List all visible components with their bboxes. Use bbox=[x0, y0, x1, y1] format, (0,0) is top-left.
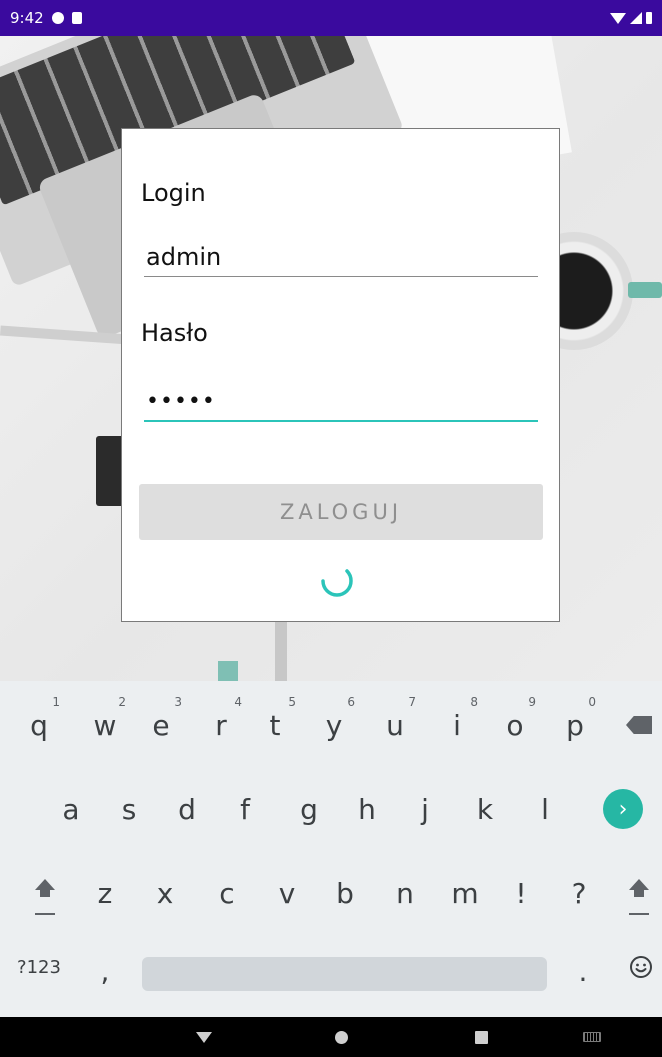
key-v[interactable]: v bbox=[256, 857, 318, 929]
key-label: y bbox=[325, 708, 343, 742]
key-t[interactable]: 5t bbox=[244, 689, 306, 761]
login-input[interactable] bbox=[144, 237, 538, 277]
key-emoji[interactable] bbox=[610, 931, 662, 1003]
home-circle-icon bbox=[334, 1030, 348, 1044]
password-input[interactable] bbox=[144, 382, 538, 422]
signal-icon bbox=[630, 12, 642, 24]
key-e[interactable]: 3e bbox=[130, 689, 192, 761]
key-d[interactable]: d bbox=[156, 773, 218, 845]
key-f[interactable]: f bbox=[214, 773, 276, 845]
key-n[interactable]: n bbox=[374, 857, 436, 929]
sync-icon bbox=[51, 12, 64, 24]
keyboard-switch-button[interactable] bbox=[562, 1017, 622, 1057]
navigation-bar bbox=[0, 1017, 662, 1057]
key-label: i bbox=[453, 708, 461, 742]
password-label: Hasło bbox=[141, 319, 208, 347]
sd-card-icon bbox=[71, 12, 82, 24]
key-label: t bbox=[269, 708, 281, 742]
key-z[interactable]: z bbox=[74, 857, 136, 929]
key-hint: 0 bbox=[588, 695, 596, 709]
battery-icon bbox=[646, 12, 652, 24]
shift-arrow-icon bbox=[629, 879, 649, 907]
key-h[interactable]: h bbox=[336, 773, 398, 845]
status-right bbox=[610, 12, 652, 24]
status-time: 9:42 bbox=[10, 9, 44, 27]
background-teal-block bbox=[218, 661, 238, 681]
key-hint: 3 bbox=[174, 695, 182, 709]
key-hint: 5 bbox=[288, 695, 296, 709]
key-o[interactable]: 9o bbox=[484, 689, 546, 761]
key-b[interactable]: b bbox=[314, 857, 376, 929]
key-hint: 4 bbox=[234, 695, 242, 709]
key-q[interactable]: 1q bbox=[8, 689, 70, 761]
key-question[interactable]: ? bbox=[548, 857, 610, 929]
key-j[interactable]: j bbox=[394, 773, 456, 845]
soft-keyboard: 1q2w3e4r5t6y7u8i9o0p a s d f g h j k l › z x c v b n m!… bbox=[0, 681, 662, 1017]
login-label: Login bbox=[141, 179, 206, 207]
key-i[interactable]: 8i bbox=[426, 689, 488, 761]
key-enter[interactable]: › bbox=[592, 773, 654, 845]
shift-arrow-icon bbox=[35, 879, 55, 907]
key-exclamation[interactable]: ! bbox=[490, 857, 552, 929]
key-y[interactable]: 6y bbox=[303, 689, 365, 761]
key-shift-left[interactable] bbox=[14, 857, 76, 929]
keyboard-icon bbox=[583, 1032, 601, 1042]
key-symbols[interactable]: ?123 bbox=[8, 931, 70, 1003]
key-label: u bbox=[386, 708, 404, 742]
loading-spinner-icon bbox=[321, 569, 353, 597]
login-card: Login Hasło ZALOGUJ bbox=[121, 128, 560, 622]
shift-underline bbox=[35, 913, 55, 915]
background-cup-handle bbox=[628, 282, 662, 298]
emoji-icon bbox=[630, 956, 652, 978]
key-l[interactable]: l bbox=[514, 773, 576, 845]
backspace-icon bbox=[626, 716, 652, 734]
key-space[interactable] bbox=[142, 957, 547, 991]
key-comma[interactable]: , bbox=[74, 935, 136, 1007]
key-r[interactable]: 4r bbox=[190, 689, 252, 761]
key-k[interactable]: k bbox=[454, 773, 516, 845]
key-hint: 7 bbox=[408, 695, 416, 709]
key-shift-right[interactable] bbox=[608, 857, 662, 929]
key-label: w bbox=[93, 708, 117, 742]
key-label: o bbox=[506, 708, 524, 742]
key-backspace[interactable] bbox=[608, 689, 662, 761]
key-a[interactable]: a bbox=[40, 773, 102, 845]
key-s[interactable]: s bbox=[98, 773, 160, 845]
back-triangle-icon bbox=[196, 1031, 212, 1043]
key-p[interactable]: 0p bbox=[544, 689, 606, 761]
keyboard-row-2: a s d f g h j k l › bbox=[0, 773, 662, 857]
back-button[interactable] bbox=[174, 1017, 234, 1057]
login-button[interactable]: ZALOGUJ bbox=[139, 484, 543, 540]
key-w[interactable]: 2w bbox=[74, 689, 136, 761]
key-hint: 6 bbox=[347, 695, 355, 709]
key-period[interactable]: . bbox=[552, 935, 614, 1007]
shift-underline bbox=[629, 913, 649, 915]
keyboard-row-1: 1q2w3e4r5t6y7u8i9o0p bbox=[0, 689, 662, 773]
key-m[interactable]: m bbox=[434, 857, 496, 929]
key-hint: 8 bbox=[470, 695, 478, 709]
recents-square-icon bbox=[474, 1030, 488, 1044]
key-label: q bbox=[30, 708, 48, 742]
key-c[interactable]: c bbox=[196, 857, 258, 929]
chevron-right-icon: › bbox=[603, 789, 643, 829]
status-left: 9:42 bbox=[10, 9, 82, 27]
key-label: e bbox=[152, 708, 170, 742]
wifi-icon bbox=[610, 12, 626, 24]
key-hint: 2 bbox=[118, 695, 126, 709]
home-button[interactable] bbox=[311, 1017, 371, 1057]
key-label: r bbox=[215, 708, 227, 742]
key-hint: 9 bbox=[528, 695, 536, 709]
status-bar: 9:42 bbox=[0, 0, 662, 36]
key-label: p bbox=[566, 708, 584, 742]
key-u[interactable]: 7u bbox=[364, 689, 426, 761]
keyboard-row-3: z x c v b n m!? bbox=[0, 857, 662, 941]
key-hint: 1 bbox=[52, 695, 60, 709]
recents-button[interactable] bbox=[451, 1017, 511, 1057]
key-g[interactable]: g bbox=[278, 773, 340, 845]
key-x[interactable]: x bbox=[134, 857, 196, 929]
keyboard-row-4: ?123 , . bbox=[0, 941, 662, 1025]
